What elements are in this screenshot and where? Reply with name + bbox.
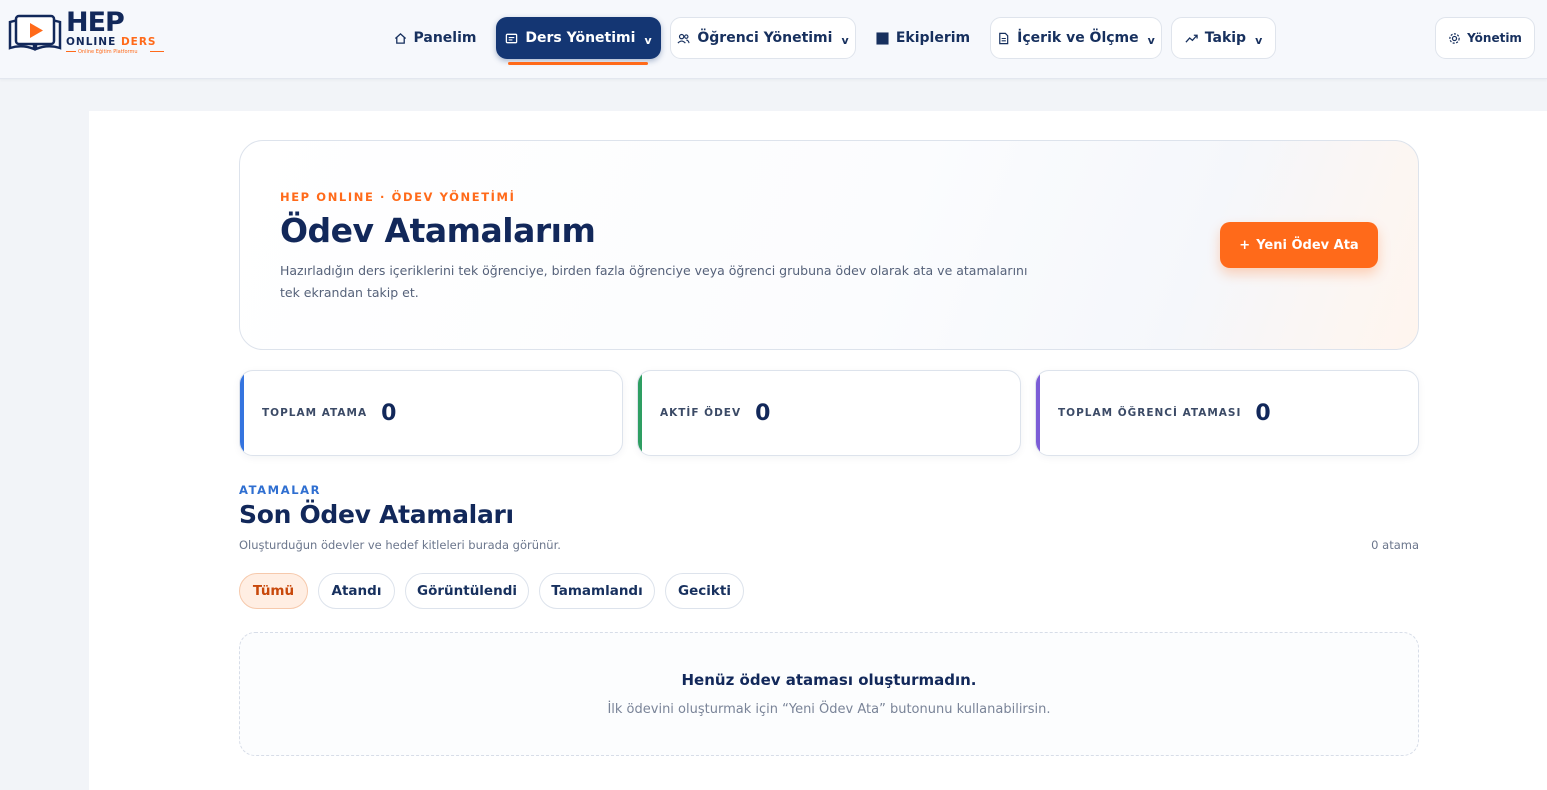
stat-card-student-assignments: TOPLAM ÖĞRENCİ ATAMASI 0: [1035, 370, 1419, 456]
document-icon: [999, 32, 1009, 44]
stat-value: 0: [1255, 400, 1271, 426]
empty-state-message: İlk ödevini oluşturmak için “Yeni Ödev A…: [607, 702, 1051, 717]
stat-accent-bar: [638, 371, 642, 455]
nav-label: İçerik ve Ölçme: [1017, 30, 1139, 46]
filter-all[interactable]: Tümü: [239, 573, 308, 609]
nav-item-icerik-ve-olcme[interactable]: İçerik ve Ölçme v: [990, 17, 1162, 59]
admin-label: Yönetim: [1467, 31, 1522, 45]
nav-item-ekiplerim[interactable]: Ekiplerim: [868, 17, 978, 59]
stat-value: 0: [755, 400, 771, 426]
gear-icon: [1449, 32, 1460, 44]
nav-item-ders-yonetimi[interactable]: Ders Yönetimi v: [496, 17, 661, 59]
hero-kicker: HEP ONLINE · ÖDEV YÖNETİMİ: [280, 190, 516, 204]
stat-accent-bar: [240, 371, 244, 455]
nav-label: Ekiplerim: [895, 30, 971, 46]
stat-label: AKTİF ÖDEV: [660, 407, 742, 419]
brand-subtitle: ONLINE DERS: [66, 36, 156, 48]
empty-state: Henüz ödev ataması oluşturmadın. İlk öde…: [239, 632, 1419, 756]
filter-assigned[interactable]: Atandı: [318, 573, 395, 609]
stat-label: TOPLAM ÖĞRENCİ ATAMASI: [1058, 407, 1242, 419]
top-navigation-bar: HEP ONLINE DERS Online Eğitim Platformu …: [0, 0, 1547, 79]
nav-label: Takip: [1204, 30, 1247, 46]
plus-icon: +: [1239, 237, 1251, 253]
nav-item-panelim[interactable]: Panelim: [386, 17, 484, 59]
empty-state-title: Henüz ödev ataması oluşturmadın.: [681, 671, 977, 689]
chevron-down-icon: v: [841, 33, 849, 47]
page-title: Ödev Atamalarım: [280, 211, 596, 250]
hero-description: Hazırladığın ders içeriklerini tek öğren…: [280, 263, 1028, 300]
new-assignment-button[interactable]: + Yeni Ödev Ata: [1220, 222, 1378, 268]
section-title: Son Ödev Atamaları: [239, 500, 514, 529]
chevron-down-icon: v: [1147, 33, 1155, 47]
new-assignment-label: Yeni Ödev Ata: [1256, 237, 1359, 253]
hero-card: HEP ONLINE · ÖDEV YÖNETİMİ Ödev Atamalar…: [239, 140, 1419, 350]
chevron-down-icon: v: [1255, 33, 1263, 47]
section-description: Oluşturduğun ödevler ve hedef kitleleri …: [239, 538, 561, 552]
filter-late[interactable]: Gecikti: [665, 573, 744, 609]
filter-completed[interactable]: Tamamlandı: [539, 573, 655, 609]
stat-accent-bar: [1036, 371, 1040, 455]
nav-label: Ders Yönetimi: [525, 30, 636, 46]
logo-divider: [66, 51, 76, 52]
filter-viewed[interactable]: Görüntülendi: [405, 573, 529, 609]
stat-card-active-homework: AKTİF ÖDEV 0: [637, 370, 1021, 456]
stat-label: TOPLAM ATAMA: [262, 407, 368, 419]
trend-icon: [1185, 34, 1198, 43]
book-icon: [506, 33, 518, 43]
stat-value: 0: [381, 400, 397, 426]
nav-item-ogrenci-yonetimi[interactable]: Öğrenci Yönetimi v: [670, 17, 856, 59]
home-icon: [394, 32, 406, 44]
brand-tagline: Online Eğitim Platformu: [78, 49, 138, 55]
brand-name: HEP: [66, 7, 125, 38]
admin-button[interactable]: Yönetim: [1435, 17, 1535, 59]
brand-ders-text: DERS: [120, 36, 157, 48]
book-play-logo-icon: [8, 14, 62, 51]
logo-divider: [150, 51, 164, 52]
stat-card-total-assignments: TOPLAM ATAMA 0: [239, 370, 623, 456]
assignment-count: 0 atama: [1371, 538, 1419, 552]
square-icon: [876, 31, 889, 45]
nav-label: Panelim: [413, 30, 477, 46]
users-icon: [677, 33, 690, 44]
section-kicker: ATAMALAR: [239, 483, 322, 497]
brand-logo[interactable]: HEP ONLINE DERS Online Eğitim Platformu: [8, 8, 168, 56]
nav-item-takip[interactable]: Takip v: [1171, 17, 1276, 59]
brand-online-text: ONLINE: [66, 36, 117, 48]
chevron-down-icon: v: [644, 33, 652, 47]
active-nav-indicator: [508, 62, 648, 65]
nav-label: Öğrenci Yönetimi: [697, 30, 833, 46]
